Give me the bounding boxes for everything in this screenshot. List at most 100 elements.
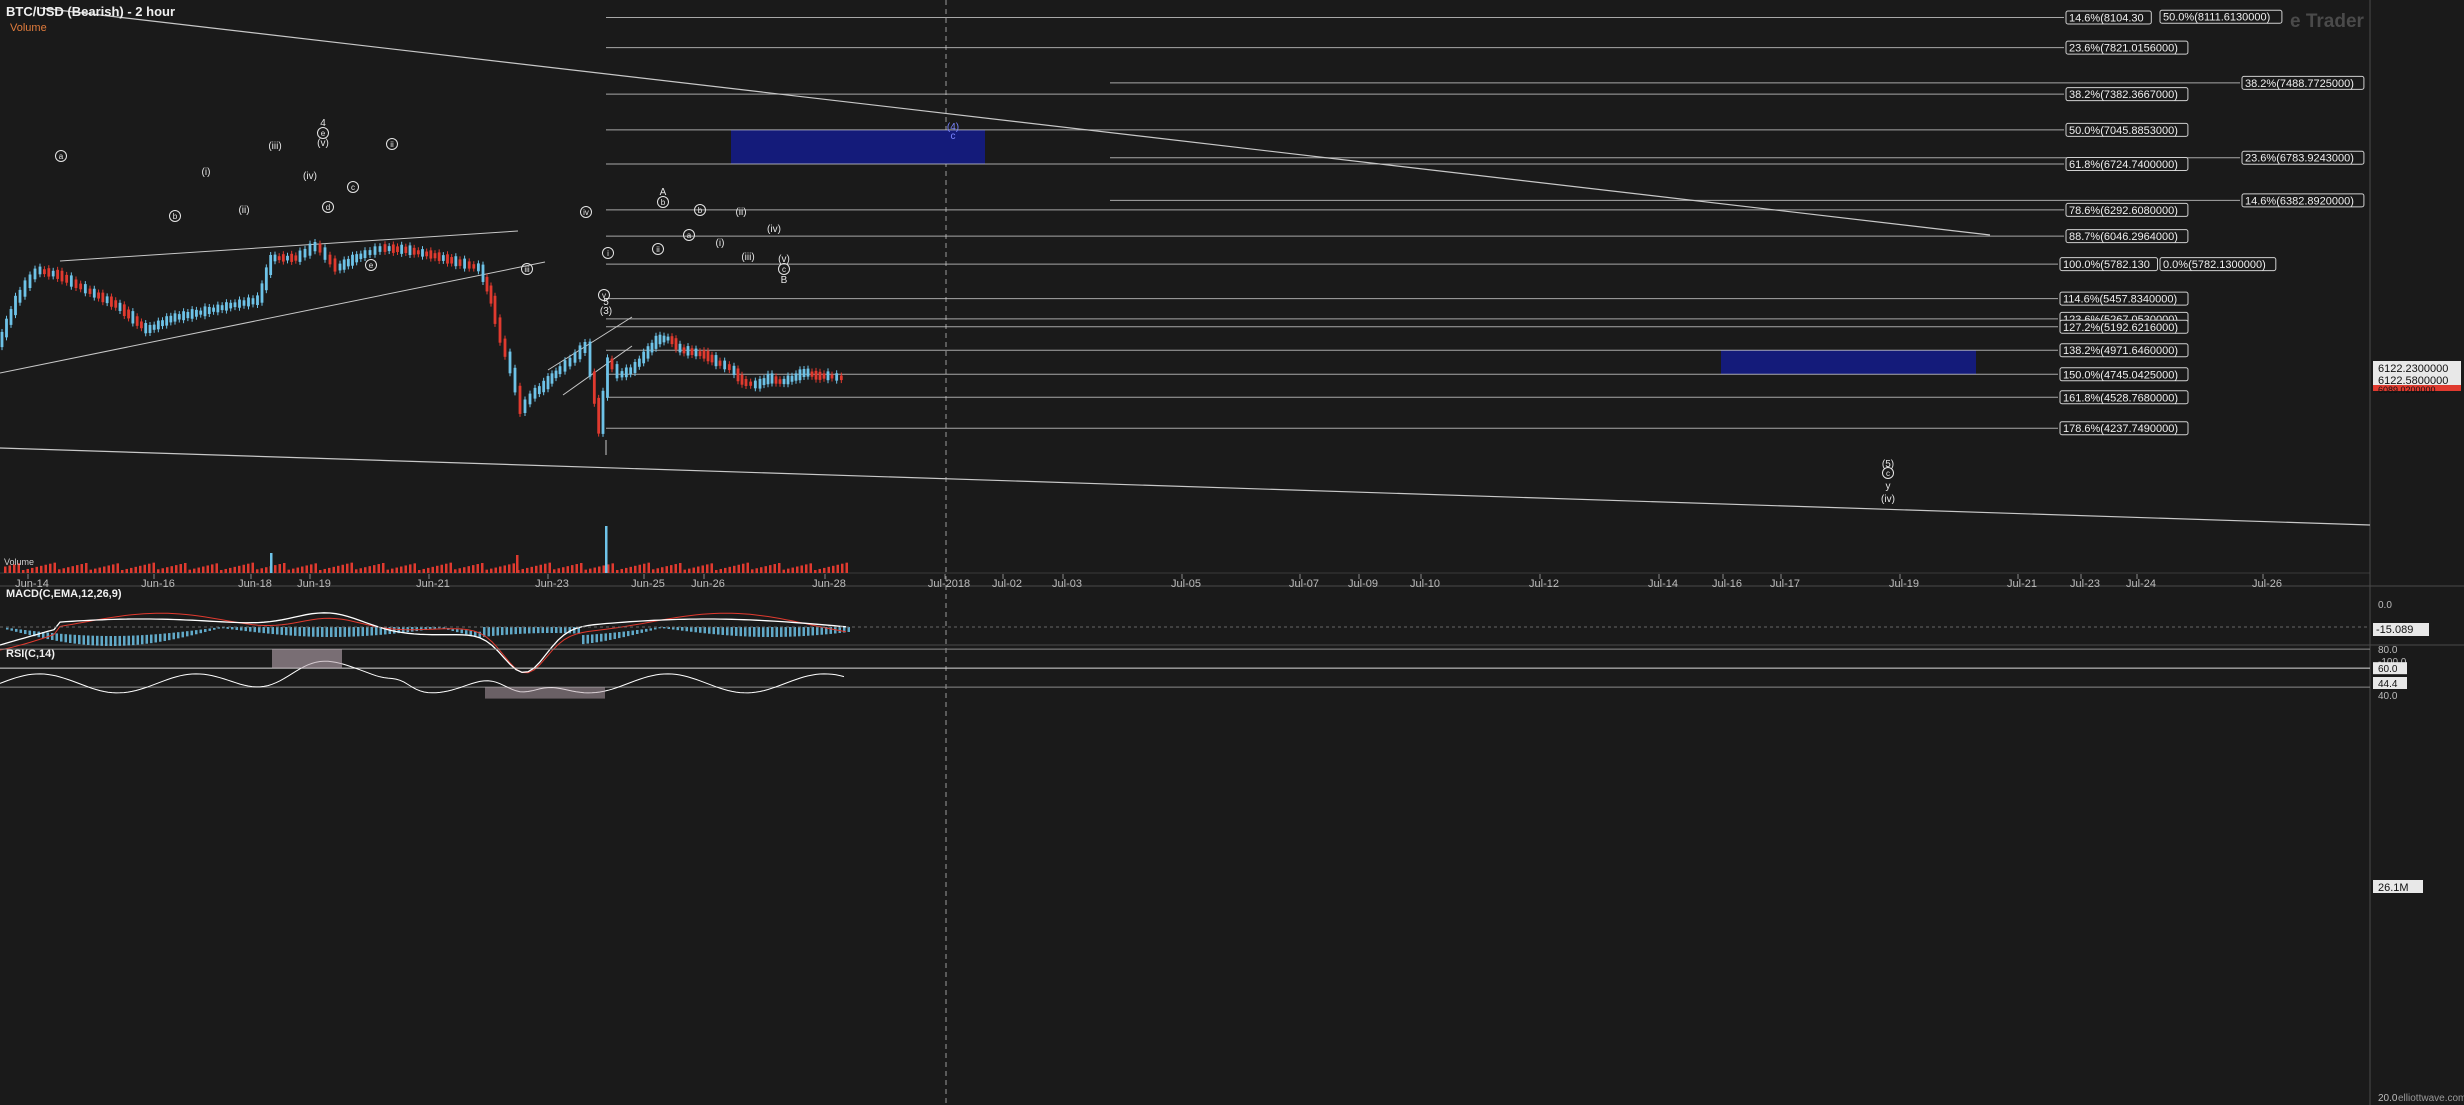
candle-body xyxy=(774,376,778,384)
candle-body xyxy=(65,274,69,283)
macd-histogram-bar xyxy=(541,627,544,634)
volume-bar xyxy=(530,566,533,573)
macd-histogram-bar xyxy=(829,627,832,634)
x-axis-label: Jun-19 xyxy=(297,578,331,590)
macd-histogram-bar xyxy=(757,627,760,637)
volume-bar xyxy=(107,565,110,573)
candle-body xyxy=(558,366,562,375)
macd-histogram-bar xyxy=(276,627,279,635)
volume-bar xyxy=(562,567,565,573)
macd-histogram-bar xyxy=(627,631,630,637)
volume-bar xyxy=(166,567,169,573)
candle-body xyxy=(814,370,818,380)
volume-bar xyxy=(220,570,223,573)
candle-body xyxy=(682,347,686,354)
candle-body xyxy=(723,360,727,370)
candle-body xyxy=(303,248,307,258)
candle-body xyxy=(650,342,654,353)
macd-histogram-bar xyxy=(186,631,189,637)
volume-bar xyxy=(125,568,128,573)
volume-bar xyxy=(35,566,38,573)
macd-histogram-bar xyxy=(595,634,598,643)
candle-body xyxy=(355,254,359,263)
volume-bar xyxy=(296,567,299,573)
volume-spike xyxy=(605,526,608,573)
fib-level-label: 78.6%(6292.6080000) xyxy=(2069,205,2178,217)
macd-histogram-bar xyxy=(312,627,315,637)
candle-body xyxy=(508,351,512,374)
x-axis-label: Jun-28 xyxy=(812,578,846,590)
volume-bar xyxy=(103,566,106,573)
candle-body xyxy=(762,378,766,386)
macd-histogram-bar xyxy=(262,627,265,634)
macd-histogram-bar xyxy=(780,627,783,637)
macd-histogram-bar xyxy=(24,630,27,635)
wave-label: (ii) xyxy=(238,205,249,216)
macd-histogram-bar xyxy=(172,632,175,640)
volume-bar xyxy=(575,564,578,573)
candle-body xyxy=(269,255,273,275)
wave-label: (iv) xyxy=(1881,494,1895,505)
candle-body xyxy=(554,370,558,379)
x-axis-label: Jul-24 xyxy=(2126,578,2156,590)
candle-body xyxy=(169,315,173,323)
macd-histogram-bar xyxy=(348,627,351,637)
fib-level-label: 138.2%(4971.6460000) xyxy=(2063,345,2178,357)
macd-histogram-bar xyxy=(460,629,463,634)
macd-histogram-bar xyxy=(298,627,301,637)
x-axis-label: Jul-05 xyxy=(1171,578,1201,590)
volume-bar xyxy=(539,564,542,573)
volume-bar xyxy=(31,567,34,573)
candle-body xyxy=(131,311,135,324)
candle-body xyxy=(391,244,395,253)
volume-bar xyxy=(233,566,236,573)
volume-bar xyxy=(256,569,259,573)
candle-body xyxy=(485,276,489,292)
volume-bar xyxy=(224,568,227,573)
candle-body xyxy=(429,250,433,259)
candle-body xyxy=(830,374,834,379)
candle-body xyxy=(546,376,550,390)
macd-histogram-bar xyxy=(10,628,13,631)
fib-level-label: 23.6%(7821.0156000) xyxy=(2069,43,2178,55)
wave-label: (iv) xyxy=(303,171,317,182)
candle-body xyxy=(710,354,714,363)
macd-histogram-bar xyxy=(708,627,711,634)
macd-histogram-bar xyxy=(136,635,139,645)
candle-body xyxy=(698,351,702,357)
volume-bar xyxy=(161,568,164,573)
candle-body xyxy=(290,253,294,262)
volume-bar xyxy=(683,569,686,573)
volume-bar xyxy=(431,566,434,573)
candle-body xyxy=(101,292,105,303)
rsi-title: RSI(C,14) xyxy=(6,648,55,660)
candle-body xyxy=(318,243,322,253)
volume-bar xyxy=(368,566,371,573)
macd-histogram-bar xyxy=(528,627,531,634)
x-axis-label: Jun-21 xyxy=(416,578,450,590)
volume-bar xyxy=(130,567,133,573)
fib-level-label: 50.0%(8111.6130000) xyxy=(2163,12,2270,24)
macd-histogram-bar xyxy=(64,634,67,643)
candle-body xyxy=(378,246,382,252)
candle-body xyxy=(749,381,753,386)
chart-canvas[interactable]: 14.6%(8104.30 50.0%(8111.6130000) 23.6%(78… xyxy=(0,0,2464,1105)
candle-body xyxy=(281,254,285,262)
macd-histogram-bar xyxy=(609,632,612,640)
volume-bar xyxy=(337,565,340,573)
candle-body xyxy=(346,258,350,267)
volume-bar xyxy=(512,563,515,573)
volume-bar xyxy=(328,567,331,573)
candle-body xyxy=(122,304,126,317)
candle-body xyxy=(92,288,96,298)
volume-bar xyxy=(733,565,736,573)
macd-histogram-bar xyxy=(537,627,540,634)
volume-bar xyxy=(265,567,268,573)
macd-histogram-bar xyxy=(154,634,157,643)
macd-line xyxy=(0,612,847,673)
x-axis-label: Jul-2018 xyxy=(928,578,970,590)
macd-histogram-bar xyxy=(294,627,297,636)
wave-label: a xyxy=(59,152,64,161)
macd-histogram-bar xyxy=(258,627,261,633)
volume-bar xyxy=(422,568,425,573)
